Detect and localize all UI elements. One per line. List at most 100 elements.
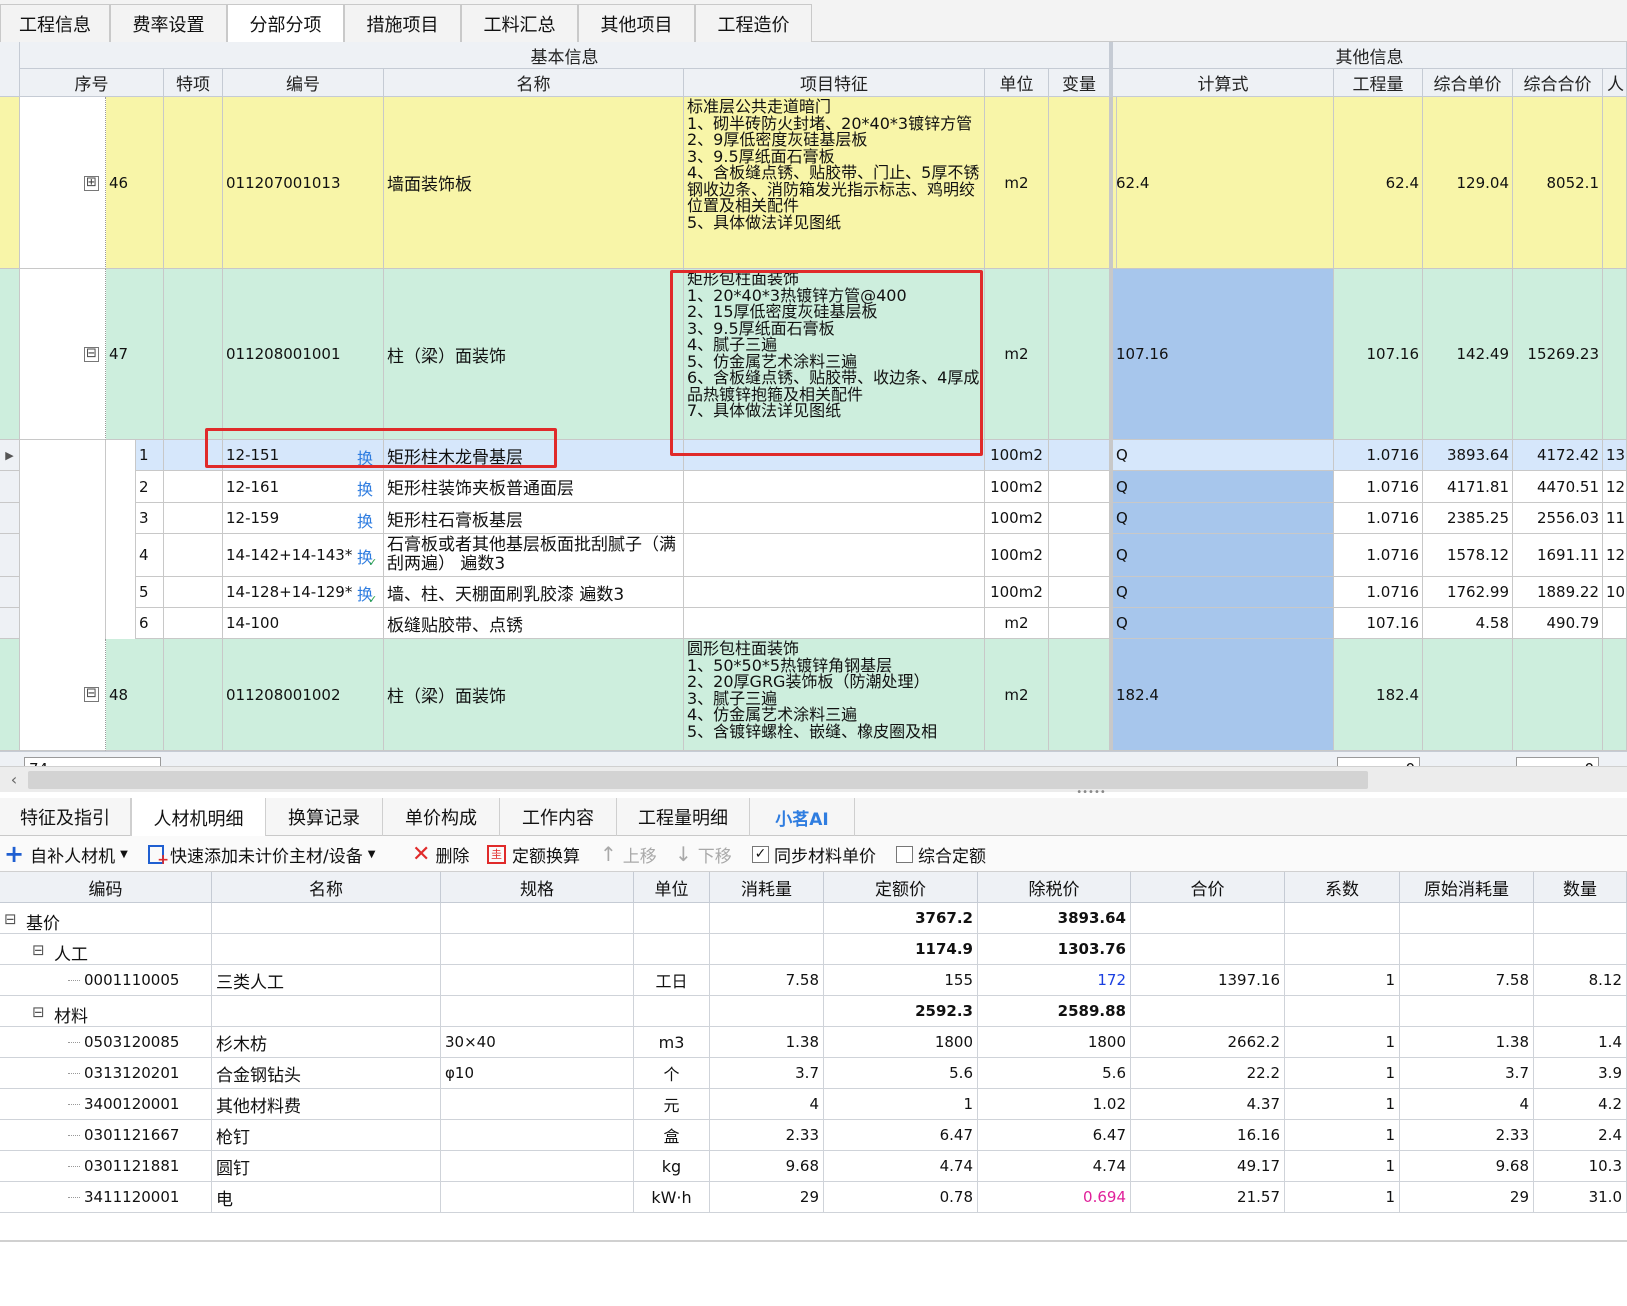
tab-labor-material-detail[interactable]: 人材机明细 [131,798,266,837]
collapse-icon[interactable]: ⊟ [84,687,99,702]
row-labor: 12 [1603,534,1627,577]
detail-unit: 个 [634,1058,710,1089]
delete-button[interactable]: ✕ 删除 [412,836,469,872]
sub-items-grid: 基本信息 其他信息 序号 特项 编号 名称 项目特征 单位 变量 计算式 工程量… [0,42,1627,766]
detail-row[interactable]: 0001110005 三类人工 工日 7.58 155 172 1397.16 1 7.58 8.… [0,965,1627,996]
detail-row[interactable]: ⊟ 人工 1174.9 1303.76 [0,934,1627,965]
detail-col-code[interactable]: 编码 [0,872,212,903]
col-header-name[interactable]: 名称 [384,69,684,97]
detail-col-pretax-price[interactable]: 除税价 [978,872,1131,903]
detail-col-coefficient[interactable]: 系数 [1285,872,1400,903]
tab-project-cost[interactable]: 工程造价 [695,4,812,42]
collapse-icon[interactable]: ⊟ [4,910,17,928]
detail-quota-price: 4.74 [824,1151,978,1182]
row-formula[interactable]: 182.4 [1110,639,1334,751]
col-header-code[interactable]: 编号 [223,69,384,97]
quick-add-material-button[interactable]: + 快速添加未计价主材/设备 ▼ [148,836,375,872]
table-row[interactable]: 6 14-100 板缝贴胶带、点锈 m2 Q 107.16 4.58 490.7… [0,608,1627,639]
sync-price-checkbox[interactable]: ✓ 同步材料单价 [752,836,876,872]
detail-col-original-consumption[interactable]: 原始消耗量 [1400,872,1534,903]
quantity-sum-field[interactable]: 0 [1337,757,1420,766]
detail-coefficient [1285,903,1400,934]
collapse-icon[interactable]: ⊟ [32,1003,45,1021]
detail-row[interactable]: 0301121667 枪钉盒 2.33 6.47 6.47 16.16 1 2.33 2.4 [0,1120,1627,1151]
detail-name: 杉木枋 [212,1027,441,1058]
table-row[interactable]: 4 14-142+14-143* 换 ✓ 石膏板或者其他基层板面批刮腻子（满刮两… [0,534,1627,577]
table-row[interactable]: ⊞ 46 011207001013 墙面装饰板 标准层公共走道暗门 1、砌半砖防… [0,97,1627,269]
tab-material-summary[interactable]: 工料汇总 [461,4,578,42]
row-unit-price: 3893.64 [1423,440,1513,471]
detail-col-unit[interactable]: 单位 [634,872,710,903]
total-sum-field[interactable]: 0 [1516,757,1599,766]
detail-amount [1534,996,1627,1027]
row-formula[interactable]: Q [1110,577,1334,608]
tab-price-composition[interactable]: 单价构成 [383,798,500,836]
detail-pretax-price: 5.6 [978,1058,1131,1089]
tab-ai-assistant[interactable]: 小茗AI [750,798,855,836]
detail-name [212,903,441,934]
move-up-button[interactable]: ↑ 上移 [600,836,657,872]
table-row[interactable]: 2 12-161 换 矩形柱装饰夹板普通面层 100m2 Q 1.0716 41… [0,471,1627,503]
tab-project-info[interactable]: 工程信息 [0,4,110,42]
detail-col-quota-price[interactable]: 定额价 [824,872,978,903]
detail-col-spec[interactable]: 规格 [441,872,634,903]
row-unit-price: 4.58 [1423,608,1513,639]
expand-icon[interactable]: ⊞ [84,176,99,191]
col-header-unit[interactable]: 单位 [985,69,1049,97]
row-formula[interactable]: 62.4 [1110,97,1334,269]
detail-row[interactable]: 3400120001 其他材料费元 4 1 1.02 4.37 1 4 4.2 [0,1089,1627,1120]
col-header-total-price[interactable]: 综合合价 [1513,69,1603,97]
combined-quota-checkbox[interactable]: 综合定额 [896,836,986,872]
detail-col-consumption[interactable]: 消耗量 [710,872,824,903]
splitter-grip-icon[interactable]: ••••• [1074,788,1108,798]
table-row[interactable]: 5 14-128+14-129* 换 ✓ 墙、柱、天棚面刷乳胶漆 遍数3 100… [0,577,1627,608]
col-header-special[interactable]: 特项 [164,69,223,97]
col-header-quantity[interactable]: 工程量 [1334,69,1423,97]
row-formula[interactable]: Q [1110,534,1334,577]
detail-row[interactable]: ⊟ 基价 3767.2 3893.64 [0,903,1627,934]
tab-conversion-records[interactable]: 换算记录 [266,798,383,836]
row-formula[interactable]: 107.16 [1110,269,1334,440]
checkbox-checked-icon: ✓ [752,845,769,863]
scrollbar-thumb[interactable] [28,771,1368,789]
detail-row[interactable]: 0301121881 圆钉 kg 9.68 4.74 4.74 49.17 1 9.68 10.3 [0,1151,1627,1182]
col-header-feature[interactable]: 项目特征 [684,69,985,97]
row-formula[interactable]: Q [1110,503,1334,534]
add-rcj-button[interactable]: + 自补人材机 ▼ [4,836,128,872]
convert-icon[interactable]: 换 [357,476,373,500]
convert-icon[interactable]: 换 [357,508,373,532]
tab-fee-settings[interactable]: 费率设置 [110,4,227,42]
move-down-button[interactable]: ↓ 下移 [675,836,732,872]
tab-features-guide[interactable]: 特征及指引 [0,798,131,836]
detail-row[interactable]: 0503120085 杉木枋 30×40 m3 1.38 1800 1800 2662.2 1 1… [0,1027,1627,1058]
collapse-icon[interactable]: ⊟ [84,347,99,362]
row-count-field[interactable]: 74 [24,757,161,766]
collapse-icon[interactable]: ⊟ [32,941,45,959]
detail-col-total[interactable]: 合价 [1131,872,1285,903]
tab-other-items[interactable]: 其他项目 [578,4,695,42]
detail-col-name[interactable]: 名称 [212,872,441,903]
tab-work-content[interactable]: 工作内容 [500,798,617,836]
row-pointer-icon: ▶ [0,440,20,471]
tab-sub-items[interactable]: 分部分项 [227,4,344,43]
tab-measures[interactable]: 措施项目 [344,4,461,42]
table-row[interactable]: ⊟ 48 011208001002 柱（梁）面装饰 圆形包柱面装饰 1、50*5… [0,639,1627,751]
table-row[interactable]: 3 12-159 换 矩形柱石膏板基层 100m2 Q 1.0716 2385.… [0,503,1627,534]
quota-convert-button[interactable]: 圭 定额换算 [487,836,580,872]
col-header-variable[interactable]: 变量 [1049,69,1110,97]
detail-row[interactable]: 3411120001 电 kW·h 29 0.78 0.694 21.57 1 29 31.0 [0,1182,1627,1213]
scroll-left-icon[interactable]: ‹ [4,770,24,790]
row-formula[interactable]: Q [1110,471,1334,503]
col-header-seq[interactable]: 序号 [20,69,164,97]
detail-name: 圆钉 [212,1151,441,1182]
tab-quantity-detail[interactable]: 工程量明细 [617,798,750,836]
horizontal-scrollbar[interactable]: ‹ [0,766,1627,792]
detail-row[interactable]: 0313120201 合金钢钻头 φ10 个 3.7 5.6 5.6 22.2 1 3.7 3.9 [0,1058,1627,1089]
detail-col-amount[interactable]: 数量 [1534,872,1627,903]
col-header-formula[interactable]: 计算式 [1110,69,1334,97]
col-header-labor[interactable]: 人 [1603,69,1627,97]
row-formula[interactable]: Q [1110,440,1334,471]
detail-row[interactable]: ⊟ 材料 2592.3 2589.88 [0,996,1627,1027]
col-header-unit-price[interactable]: 综合单价 [1423,69,1513,97]
row-formula[interactable]: Q [1110,608,1334,639]
